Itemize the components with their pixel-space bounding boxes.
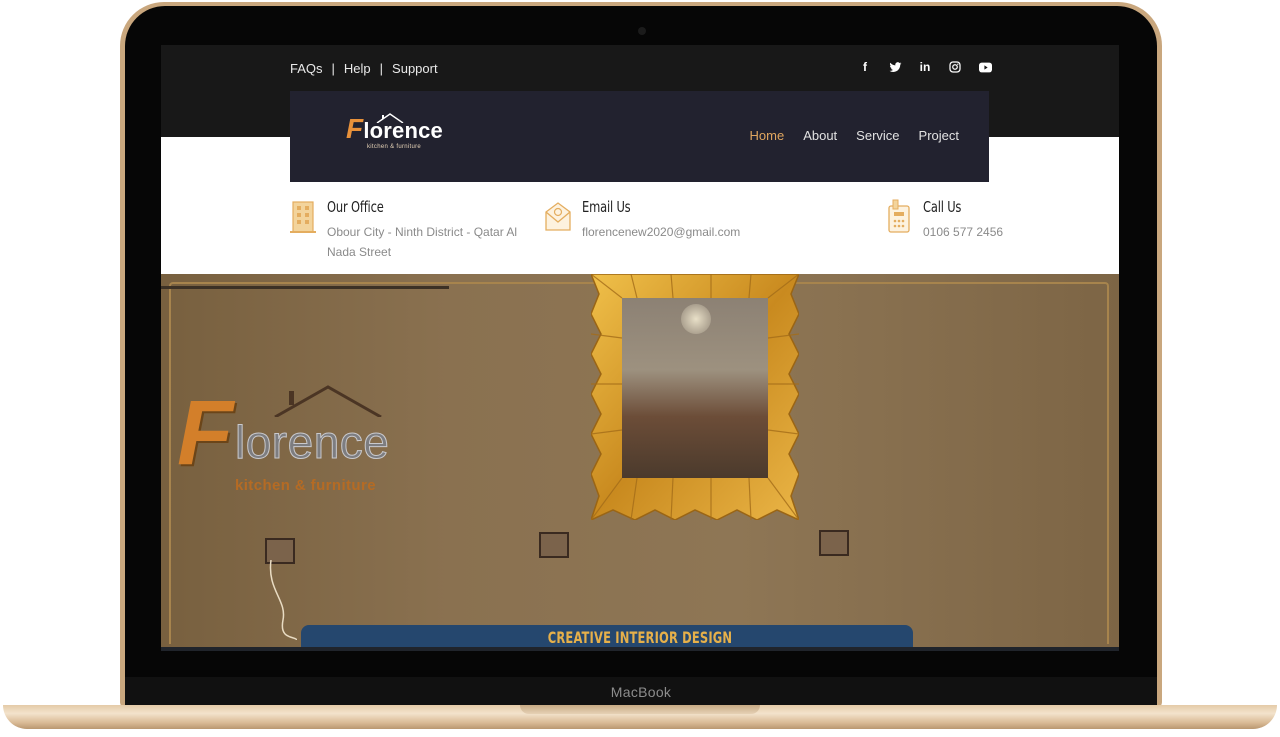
top-links: FAQs | Help | Support <box>290 61 438 76</box>
separator: | <box>331 61 335 76</box>
nav-service[interactable]: Service <box>856 128 899 143</box>
youtube-icon[interactable] <box>977 59 993 75</box>
phone-icon <box>888 199 910 233</box>
brand-word: lorence <box>363 118 443 143</box>
facebook-icon[interactable]: f <box>857 59 873 75</box>
brand-name: Florence <box>346 113 443 145</box>
nav-about[interactable]: About <box>803 128 837 143</box>
office-address-line1: Obour City - Ninth District - Qatar Al <box>327 225 518 239</box>
hero-banner: F lorence kitchen & furniture CREATIVE I… <box>161 274 1119 651</box>
office-title: Our Office <box>327 198 384 216</box>
hero-title: CREATIVE INTERIOR DESIGN <box>547 628 733 647</box>
linkedin-icon[interactable]: in <box>917 59 933 75</box>
email-info: Email Us florencenew2020@gmail.com <box>544 198 740 242</box>
website-screen: FAQs | Help | Support f in Florence kitc… <box>161 45 1119 651</box>
phone-value[interactable]: 0106 577 2456 <box>923 222 1003 242</box>
wall-rail <box>161 286 449 289</box>
phone-info: Call Us 0106 577 2456 <box>885 198 1003 242</box>
laptop-notch <box>520 705 760 714</box>
office-info: Our Office Obour City - Ninth District -… <box>289 198 517 262</box>
brand-initial: F <box>346 113 364 144</box>
nav-home[interactable]: Home <box>750 128 785 143</box>
envelope-icon <box>545 202 571 231</box>
help-link[interactable]: Help <box>344 61 371 76</box>
screen-edge <box>161 647 1119 651</box>
hero-logo-word: lorence <box>234 416 390 468</box>
faqs-link[interactable]: FAQs <box>290 61 323 76</box>
navbar: Florence kitchen & furniture Home About … <box>290 91 989 182</box>
hero-wall-logo: F lorence kitchen & furniture <box>177 385 419 501</box>
building-icon <box>290 201 316 233</box>
ceiling-light <box>681 304 711 334</box>
main-nav: Home About Service Project <box>750 128 960 143</box>
email-title: Email Us <box>582 198 631 216</box>
support-link[interactable]: Support <box>392 61 438 76</box>
separator: | <box>379 61 384 76</box>
hero-logo-tagline: kitchen & furniture <box>235 477 376 494</box>
wall-socket <box>539 532 569 558</box>
office-address-line2: Nada Street <box>327 245 392 259</box>
laptop-brand-label: MacBook <box>125 677 1157 707</box>
hero-roof-icon <box>274 385 382 417</box>
instagram-icon[interactable] <box>947 59 963 75</box>
brand-tagline: kitchen & furniture <box>367 144 422 150</box>
social-links: f in <box>857 59 993 75</box>
phone-title: Call Us <box>923 198 962 216</box>
email-value[interactable]: florencenew2020@gmail.com <box>582 222 740 242</box>
hero-logo-initial: F <box>177 382 234 484</box>
webcam-icon <box>638 27 646 35</box>
wall-socket <box>819 530 849 556</box>
nav-project[interactable]: Project <box>919 128 959 143</box>
twitter-icon[interactable] <box>887 59 903 75</box>
